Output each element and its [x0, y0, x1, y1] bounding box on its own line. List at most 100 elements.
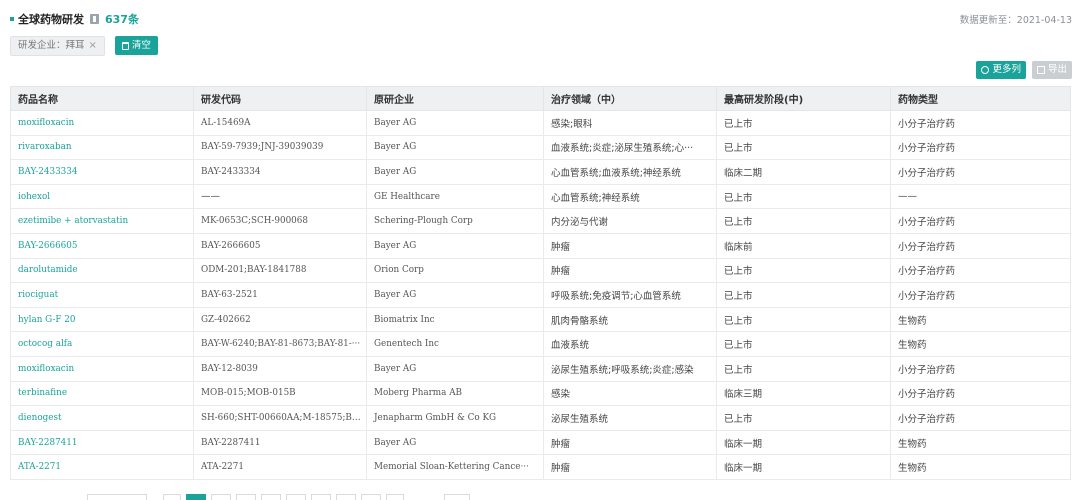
- drug-name-cell[interactable]: moxifloxacin: [10, 355, 194, 382]
- table-row[interactable]: moxifloxacin AL-15469A Bayer AG 感染;眼科 已上市 小分子…: [10, 110, 1071, 136]
- code-cell: BAY-59-7939;JNJ-39039039: [193, 134, 367, 161]
- therapy-area-cell: 肿瘤: [543, 454, 717, 480]
- drug-type-cell: 小分子治疗药: [890, 257, 1071, 284]
- drug-name-cell[interactable]: darolutamide: [10, 257, 194, 284]
- code-cell: BAY-12-8039: [193, 355, 367, 382]
- code-cell: MK-0653C;SCH-900068: [193, 208, 367, 234]
- drug-type-cell: 小分子治疗药: [890, 405, 1071, 431]
- page-button[interactable]: [261, 494, 281, 500]
- therapy-area-cell: 心血管系统;血液系统;神经系统: [543, 159, 717, 185]
- table-row[interactable]: moxifloxacin BAY-12-8039 Bayer AG 泌尿生殖系统;呼吸…: [10, 355, 1071, 382]
- table-row[interactable]: rivaroxaban BAY-59-7939;JNJ-39039039 Bayer…: [10, 134, 1071, 161]
- column-header-phase[interactable]: 最高研发阶段(中): [716, 86, 891, 111]
- drug-name-cell[interactable]: BAY-2666605: [10, 232, 194, 259]
- originator-cell: Bayer AG: [366, 355, 544, 382]
- close-icon[interactable]: ×: [89, 37, 97, 55]
- drug-name-cell[interactable]: octocog alfa: [10, 331, 194, 357]
- table-row[interactable]: dienogest SH-660;SHT-00660AA;M-18575;BAY·…: [10, 405, 1071, 431]
- drug-name-cell[interactable]: terbinafine: [10, 380, 194, 407]
- drug-name-cell[interactable]: moxifloxacin: [10, 110, 194, 136]
- therapy-area-cell: 泌尿生殖系统;呼吸系统;炎症;感染: [543, 355, 717, 382]
- drug-type-cell: 小分子治疗药: [890, 208, 1071, 234]
- page-header: 全球药物研发 637条 数据更新至：2021-04-13: [10, 10, 1072, 28]
- drug-name-cell[interactable]: hylan G-F 20: [10, 306, 194, 333]
- originator-cell: Memorial Sloan-Kettering Cance···: [366, 454, 544, 480]
- therapy-area-cell: 肌肉骨骼系统: [543, 306, 717, 333]
- page-button[interactable]: [211, 494, 231, 500]
- code-cell: GZ-402662: [193, 306, 367, 333]
- column-header-originator[interactable]: 原研企业: [366, 86, 544, 111]
- column-header-drug-name[interactable]: 药品名称: [10, 86, 194, 111]
- phase-cell: 临床三期: [716, 380, 891, 407]
- originator-cell: Moberg Pharma AB: [366, 380, 544, 407]
- drug-type-cell: 小分子治疗药: [890, 110, 1071, 136]
- phase-cell: 临床一期: [716, 429, 891, 456]
- page-button[interactable]: [236, 494, 256, 500]
- export-label: 导出: [1047, 64, 1067, 75]
- table-row[interactable]: BAY-2433334 BAY-2433334 Bayer AG 心血管系统;血液系统…: [10, 159, 1071, 185]
- table-actions: 更多列 导出: [976, 61, 1072, 79]
- originator-cell: Bayer AG: [366, 134, 544, 161]
- table-row[interactable]: BAY-2666605 BAY-2666605 Bayer AG 肿瘤 临床前 小分子治疗…: [10, 232, 1071, 259]
- drug-name-cell[interactable]: dienogest: [10, 405, 194, 431]
- drug-name-cell[interactable]: ezetimibe + atorvastatin: [10, 208, 194, 234]
- export-button[interactable]: 导出: [1031, 61, 1072, 79]
- page-button[interactable]: [286, 494, 306, 500]
- drug-name-cell[interactable]: rivaroxaban: [10, 134, 194, 161]
- table-row[interactable]: iohexol —— GE Healthcare 心血管系统;神经系统 已上市 ——: [10, 183, 1071, 210]
- drug-name-cell[interactable]: BAY-2433334: [10, 159, 194, 185]
- page-size-select[interactable]: [87, 494, 147, 500]
- drug-name-cell[interactable]: iohexol: [10, 183, 194, 210]
- code-cell: ODM-201;BAY-1841788: [193, 257, 367, 284]
- page-button[interactable]: [311, 494, 331, 500]
- drug-type-cell: 小分子治疗药: [890, 232, 1071, 259]
- drug-name-cell[interactable]: ATA-2271: [10, 454, 194, 480]
- next-page-button[interactable]: [386, 494, 404, 500]
- clear-label: 清空: [131, 40, 151, 51]
- column-header-code[interactable]: 研发代码: [193, 86, 367, 111]
- therapy-area-cell: 泌尿生殖系统: [543, 405, 717, 431]
- drug-type-cell: 生物药: [890, 331, 1071, 357]
- table-row[interactable]: ezetimibe + atorvastatin MK-0653C;SCH-900…: [10, 208, 1071, 234]
- code-cell: BAY-63-2521: [193, 282, 367, 308]
- table-row[interactable]: BAY-2287411 BAY-2287411 Bayer AG 肿瘤 临床一期 生物药: [10, 429, 1071, 456]
- page-button-current[interactable]: [186, 494, 206, 500]
- table-row[interactable]: octocog alfa BAY-W-6240;BAY-81-8673;BAY-8…: [10, 331, 1071, 357]
- therapy-area-cell: 肿瘤: [543, 232, 717, 259]
- table-row[interactable]: ATA-2271 ATA-2271 Memorial Sloan-Kettering…: [10, 454, 1071, 480]
- therapy-area-cell: 血液系统: [543, 331, 717, 357]
- code-cell: BAY-W-6240;BAY-81-8673;BAY-81-···: [193, 331, 367, 357]
- filter-tag-company[interactable]: 研发企业：拜耳 ×: [10, 35, 105, 56]
- drug-type-cell: 小分子治疗药: [890, 355, 1071, 382]
- page-button[interactable]: [361, 494, 381, 500]
- drug-name-cell[interactable]: riociguat: [10, 282, 194, 308]
- column-header-therapy-area[interactable]: 治疗领域（中）: [543, 86, 717, 111]
- info-icon[interactable]: [90, 14, 99, 24]
- table-row[interactable]: darolutamide ODM-201;BAY-1841788 Orion Cor…: [10, 257, 1071, 284]
- drug-type-cell: 小分子治疗药: [890, 380, 1071, 407]
- code-cell: ——: [193, 183, 367, 210]
- page-jump-input[interactable]: [444, 494, 470, 500]
- table-row[interactable]: hylan G-F 20 GZ-402662 Biomatrix Inc 肌肉骨骼系统…: [10, 306, 1071, 333]
- code-cell: ATA-2271: [193, 454, 367, 480]
- phase-cell: 临床二期: [716, 159, 891, 185]
- code-cell: MOB-015;MOB-015B: [193, 380, 367, 407]
- therapy-area-cell: 心血管系统;神经系统: [543, 183, 717, 210]
- table-row[interactable]: terbinafine MOB-015;MOB-015B Moberg Pharma…: [10, 380, 1071, 407]
- column-header-drug-type[interactable]: 药物类型: [890, 86, 1071, 111]
- drug-type-cell: ——: [890, 183, 1071, 210]
- page-button[interactable]: [336, 494, 356, 500]
- prev-page-button[interactable]: [163, 494, 181, 500]
- more-columns-button[interactable]: 更多列: [976, 61, 1026, 79]
- drug-type-cell: 小分子治疗药: [890, 134, 1071, 161]
- therapy-area-cell: 感染: [543, 380, 717, 407]
- clear-filters-button[interactable]: 清空: [114, 36, 158, 55]
- phase-cell: 已上市: [716, 183, 891, 210]
- table-row[interactable]: riociguat BAY-63-2521 Bayer AG 呼吸系统;免疫调节;心血…: [10, 282, 1071, 308]
- page-title: 全球药物研发: [18, 13, 84, 26]
- therapy-area-cell: 内分泌与代谢: [543, 208, 717, 234]
- originator-cell: Bayer AG: [366, 159, 544, 185]
- originator-cell: Jenapharm GmbH & Co KG: [366, 405, 544, 431]
- drug-name-cell[interactable]: BAY-2287411: [10, 429, 194, 456]
- phase-cell: 临床一期: [716, 454, 891, 480]
